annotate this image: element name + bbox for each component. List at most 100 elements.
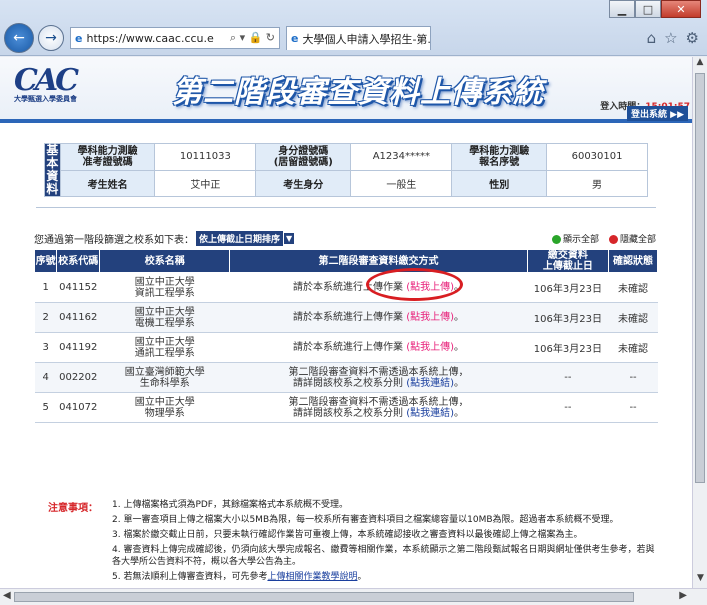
collapse-all-button[interactable]: 隱藏全部 — [608, 232, 656, 245]
note-item: 3. 檔案於繳交截止日前，只要未執行確認作業皆可重複上傳，本系統確認接收之審查資… — [112, 530, 583, 540]
table-row: 4 002202 國立臺灣師範大學 生命科學系 第二階段審查資料不需透過本系統上傳， … — [34, 362, 658, 393]
row-action-link[interactable]: (點我連結) — [406, 378, 454, 389]
national-id-label: 身分證號碼 (居留證號碼) — [255, 143, 352, 171]
row-no: 1 — [34, 272, 57, 303]
row-method: 請於本系統進行上傳作業 (點我上傳)。 — [229, 302, 528, 333]
green-dot-icon — [551, 234, 561, 244]
row-no: 3 — [34, 332, 57, 363]
system-title: 第二階段審查資料上傳系統 — [172, 75, 544, 110]
notes-list: 1. 上傳檔案格式須為PDF，其餘檔案格式本系統概不受理。 2. 單一審查項目上… — [112, 499, 660, 586]
row-code: 041152 — [56, 272, 100, 303]
address-url: https://www.caac.ccu.e — [86, 31, 214, 45]
caac-logo: CAC 大學甄選入學委員會 — [14, 63, 99, 104]
sort-select[interactable]: 依上傳截止日期排序 — [196, 230, 284, 246]
application-no-label: 學科能力測驗 報名序號 — [451, 143, 548, 171]
row-action-link[interactable]: (點我上傳) — [406, 342, 454, 353]
col-header-name: 校系名稱 — [99, 249, 231, 273]
logo-subtitle: 大學甄選入學委員會 — [14, 95, 77, 103]
table-row: 1 041152 國立中正大學 資訊工程學系 請於本系統進行上傳作業 (點我上傳)。 1… — [34, 272, 658, 303]
highlight-circle — [366, 268, 463, 301]
identity-value: 一般生 — [350, 169, 453, 197]
divider — [36, 207, 656, 208]
favorites-star-icon[interactable]: ☆ — [664, 29, 677, 47]
row-deadline: -- — [527, 392, 609, 423]
legend: 顯示全部 隱藏全部 — [551, 232, 656, 245]
row-no: 2 — [34, 302, 57, 333]
row-status: -- — [608, 392, 658, 423]
logout-button[interactable]: 登出系統 ▶▶ — [627, 106, 688, 121]
basic-info-table: 基本資料 學科能力測驗 准考證號碼 10111033 身分證號碼 (居留證號碼)… — [44, 143, 648, 197]
col-header-code: 校系代碼 — [56, 249, 101, 273]
table-row: 5 041072 國立中正大學 物理學系 第二階段審查資料不需透過本系統上傳， 請詳閱… — [34, 392, 658, 423]
scroll-up-icon[interactable]: ▲ — [693, 57, 707, 72]
gender-value: 男 — [546, 169, 648, 197]
basic-info-side-label: 基本資料 — [44, 143, 61, 197]
horizontal-scrollbar[interactable]: ◀ ▶ — [0, 588, 707, 605]
row-dept-name: 國立中正大學 資訊工程學系 — [99, 272, 230, 303]
scroll-left-icon[interactable]: ◀ — [3, 590, 11, 601]
address-bar[interactable]: e https://www.caac.ccu.e ⌕ ▾ 🔒 ↻ — [70, 27, 280, 49]
vertical-scrollbar[interactable]: ▲ ▼ — [692, 57, 707, 588]
browser-tab[interactable]: e 大學個人申請入學招生-第... ✕ — [286, 26, 431, 50]
row-code: 002202 — [56, 362, 100, 393]
minimize-button[interactable]: ▁ — [609, 0, 635, 18]
row-deadline: 106年3月23日 — [527, 302, 609, 333]
col-header-no: 序號 — [33, 249, 58, 273]
list-intro-text: 您通過第一階段篩選之校系如下表： — [34, 234, 194, 246]
vertical-scroll-thumb[interactable] — [695, 73, 705, 483]
note-item: 2. 單一審查項目上傳之檔案大小以5MB為限，每一校系所有審查資料項目之檔案總容… — [112, 515, 619, 525]
gender-label: 性別 — [451, 169, 548, 197]
nav-bar: ← → e https://www.caac.ccu.e ⌕ ▾ 🔒 ↻ e 大… — [0, 22, 707, 54]
logo-mark: CAC — [14, 63, 79, 98]
expand-all-button[interactable]: 顯示全部 — [551, 232, 599, 245]
row-code: 041162 — [56, 302, 100, 333]
title-bar: ▁ □ ✕ — [0, 0, 707, 20]
row-deadline: 106年3月23日 — [527, 272, 609, 303]
row-method: 第二階段審查資料不需透過本系統上傳， 請詳閱該校系之校系分則 (點我連結)。 — [229, 362, 528, 393]
col-header-method: 第二階段審查資料繳交方式 — [229, 249, 528, 273]
gear-icon[interactable]: ⚙ — [686, 29, 699, 47]
row-action-link[interactable]: (點我連結) — [406, 408, 454, 419]
table-row: 3 041192 國立中正大學 通訊工程學系 請於本系統進行上傳作業 (點我上傳)。 1… — [34, 332, 658, 363]
window-controls: ▁ □ ✕ — [609, 0, 701, 18]
exam-id-value: 10111033 — [154, 143, 257, 171]
national-id-value: A1234***** — [350, 143, 453, 171]
note-item: 4. 審查資料上傳完成確認後，仍須向該大學完成報名、繳費等相關作業，本系統顯示之… — [112, 545, 655, 567]
close-button[interactable]: ✕ — [661, 0, 701, 18]
row-action-link[interactable]: (點我上傳) — [406, 312, 454, 323]
notes-heading: 注意事項： — [48, 503, 98, 514]
row-status: 未確認 — [608, 302, 658, 333]
application-no-value: 60030101 — [546, 143, 648, 171]
back-button[interactable]: ← — [4, 23, 34, 53]
back-arrow-icon: ← — [13, 30, 25, 46]
browser-toolbar-icons: ⌂ ☆ ⚙ — [647, 29, 699, 47]
name-value: 艾中正 — [154, 169, 257, 197]
row-method: 請於本系統進行上傳作業 (點我上傳)。 — [229, 332, 528, 363]
page-viewport: CAC 大學甄選入學委員會 第二階段審查資料上傳系統 登入時間：15:01:57… — [0, 57, 692, 588]
row-dept-name: 國立臺灣師範大學 生命科學系 — [99, 362, 230, 393]
scroll-down-icon[interactable]: ▼ — [693, 573, 707, 588]
list-toolbar: 您通過第一階段篩選之校系如下表： 依上傳截止日期排序 ▼ 顯示全部 隱藏全部 — [34, 230, 656, 246]
tab-title: 大學個人申請入學招生-第... — [302, 32, 431, 46]
browser-chrome: ▁ □ ✕ ← → e https://www.caac.ccu.e ⌕ ▾ 🔒… — [0, 0, 707, 56]
address-tools-icon[interactable]: ⌕ ▾ 🔒 ↻ — [230, 31, 275, 45]
row-dept-name: 國立中正大學 電機工程學系 — [99, 302, 230, 333]
scroll-right-icon[interactable]: ▶ — [679, 590, 687, 601]
row-no: 4 — [34, 362, 57, 393]
note-item: 1. 上傳檔案格式須為PDF，其餘檔案格式本系統概不受理。 — [112, 500, 348, 510]
row-no: 5 — [34, 392, 57, 423]
horizontal-scroll-thumb[interactable] — [14, 592, 634, 602]
maximize-button[interactable]: □ — [635, 0, 661, 18]
tutorial-link[interactable]: 上傳相關作業教學說明 — [267, 572, 357, 582]
name-label: 考生姓名 — [59, 169, 156, 197]
col-header-status: 確認狀態 — [608, 249, 658, 273]
forward-button[interactable]: → — [38, 25, 64, 51]
row-status: 未確認 — [608, 272, 658, 303]
row-status: 未確認 — [608, 332, 658, 363]
table-row: 2 041162 國立中正大學 電機工程學系 請於本系統進行上傳作業 (點我上傳)。 1… — [34, 302, 658, 333]
col-header-deadline: 繳交資料 上傳截止日 — [526, 249, 610, 273]
exam-id-label: 學科能力測驗 准考證號碼 — [59, 143, 156, 171]
home-icon[interactable]: ⌂ — [647, 29, 657, 47]
row-status: -- — [608, 362, 658, 393]
chevron-down-icon[interactable]: ▼ — [284, 232, 295, 244]
